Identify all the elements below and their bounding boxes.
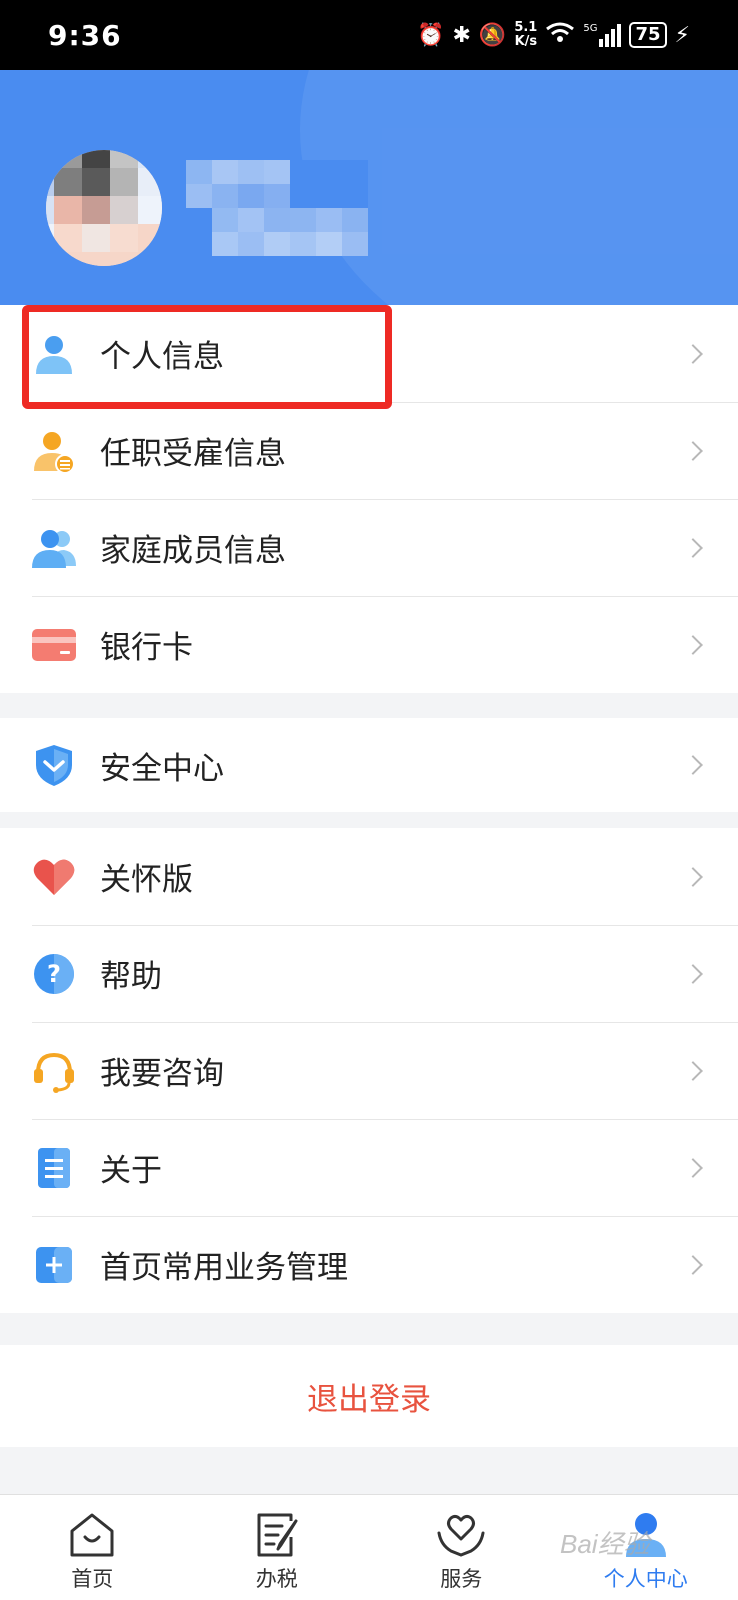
username-mosaic [186,160,368,256]
chevron-right-icon [683,343,703,364]
tab-label: 服务 [440,1567,483,1591]
chevron-right-icon [683,1157,703,1178]
menu-group-personal: 个人信息 任职受雇信息 家庭成员信息 银行卡 [0,305,738,693]
employee-icon [34,431,75,473]
menu-group-misc: 关怀版 ? 帮助 我要咨询 关于 首页常用业务管理 [0,828,738,1313]
menu-item-bank-card[interactable]: 银行卡 [0,596,738,693]
help-icon: ? [34,953,74,994]
mute-icon: 🔕 [478,22,507,48]
menu-item-help[interactable]: ? 帮助 [0,925,738,1022]
person-icon [36,335,72,374]
plus-square-icon [36,1246,72,1283]
tab-label: 个人中心 [603,1567,688,1591]
menu-label: 安全中心 [100,750,224,787]
tab-home[interactable]: 首页 [0,1495,185,1600]
menu-label: 帮助 [100,959,162,995]
menu-item-consult[interactable]: 我要咨询 [0,1022,738,1119]
menu-item-security-center[interactable]: 安全中心 [0,718,738,812]
tab-service[interactable]: 服务 [369,1495,554,1600]
chevron-right-icon [683,537,703,558]
menu-item-family-info[interactable]: 家庭成员信息 [0,499,738,596]
menu-label: 首页常用业务管理 [100,1250,348,1286]
menu-item-personal-info[interactable]: 个人信息 [0,305,738,402]
menu-item-homepage-services[interactable]: 首页常用业务管理 [0,1216,738,1313]
avatar-mosaic [46,150,162,266]
watermark: Bai经验 [560,1529,650,1559]
menu-label: 我要咨询 [100,1056,224,1092]
document-icon [38,1147,70,1188]
menu-item-employment-info[interactable]: 任职受雇信息 [0,402,738,499]
menu-label: 任职受雇信息 [100,436,286,472]
chevron-right-icon [683,866,703,887]
headset-icon [34,1052,74,1093]
heart-icon [33,859,75,895]
chevron-right-icon [683,1060,703,1081]
heart-hands-icon [437,1514,485,1557]
menu-label: 银行卡 [100,630,193,666]
svg-text:?: ? [47,960,61,988]
tab-tax[interactable]: 办税 [185,1495,370,1600]
family-icon [32,529,76,568]
menu-item-care-mode[interactable]: 关怀版 [0,828,738,925]
logout-button[interactable]: 退出登录 [0,1345,738,1447]
charging-icon: ⚡ [674,22,690,48]
tab-label: 办税 [255,1567,298,1591]
edit-document-icon [257,1513,298,1557]
alarm-icon: ⏰ [417,22,445,48]
bank-card-icon [32,628,76,661]
menu-label: 关怀版 [100,862,193,898]
bluetooth-icon: ✱ [452,22,471,48]
menu-group-security: 安全中心 [0,718,738,812]
avatar[interactable] [46,150,162,266]
menu-label: 个人信息 [100,339,224,375]
tab-label: 首页 [71,1567,114,1591]
chevron-right-icon [683,755,703,775]
battery-indicator: 75 [629,22,667,48]
status-time: 9:36 [48,18,122,52]
chevron-right-icon [683,963,703,984]
signal-icon: 5G [583,23,622,47]
home-icon [70,1513,114,1557]
menu-label: 关于 [100,1153,162,1189]
chevron-right-icon [683,634,703,655]
network-speed: 5.1 K/s [514,20,538,49]
menu-label: 家庭成员信息 [100,533,286,569]
profile-header [0,70,738,312]
shield-icon [36,745,72,786]
chevron-right-icon [683,440,703,461]
status-bar: 9:36 ⏰ ✱ 🔕 5.1 K/s 5G 75 ⚡ [0,0,738,70]
menu-item-about[interactable]: 关于 [0,1119,738,1216]
status-icons: ⏰ ✱ 🔕 5.1 K/s 5G 75 ⚡ [417,21,690,49]
chevron-right-icon [683,1254,703,1275]
wifi-icon [545,21,575,49]
